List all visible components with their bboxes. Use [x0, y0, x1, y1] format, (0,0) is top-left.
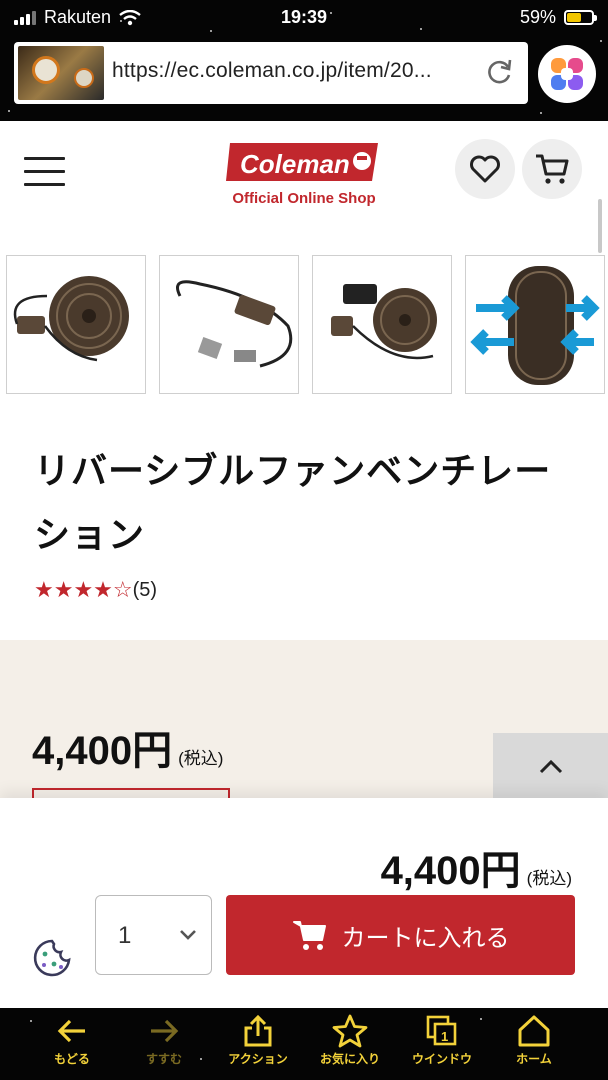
product-rating[interactable]: ★★★★☆ (5) — [34, 577, 157, 603]
share-icon — [244, 1014, 272, 1047]
assistant-icon — [551, 58, 583, 90]
home-icon — [518, 1015, 550, 1047]
favorite-button[interactable] — [455, 139, 515, 199]
toolbar-favorites[interactable]: お気に入り — [304, 1014, 396, 1078]
add-to-cart-button[interactable]: カートに入れる — [226, 895, 575, 975]
toolbar-back[interactable]: もどる — [26, 1014, 118, 1078]
address-bar[interactable]: https://ec.coleman.co.jp/item/20... — [14, 42, 528, 104]
fan-airflow-thumbnail[interactable] — [465, 255, 605, 394]
cable-switch-thumbnail[interactable] — [159, 255, 299, 394]
assistant-button[interactable] — [538, 45, 596, 103]
quantity-select[interactable]: 1 — [95, 895, 212, 975]
rating-stars: ★★★★☆ — [34, 577, 133, 602]
heart-icon — [470, 155, 500, 183]
cart-icon — [292, 921, 326, 950]
status-time: 19:39 — [280, 7, 328, 27]
windows-icon: 1 — [426, 1015, 457, 1046]
arrow-left-icon — [57, 1019, 85, 1043]
product-price: 4,400円 (税込) — [32, 729, 224, 773]
thumbnail-gallery — [6, 255, 608, 395]
arrow-right-icon — [151, 1019, 179, 1043]
tax-note: (税込) — [178, 749, 224, 768]
add-to-cart-bar: 4,400円 (税込) 1 カートに入れる — [0, 798, 608, 1008]
browser-toolbar: もどる すすむ アクション お気に入り 1 ウインドウ ホーム — [0, 1008, 608, 1080]
web-page: Coleman Official Online Shop リバーシブルファンベン… — [0, 121, 608, 1008]
back-to-top-button[interactable] — [493, 733, 608, 801]
battery-icon — [564, 10, 597, 25]
cart-icon — [536, 154, 569, 184]
reload-icon[interactable] — [484, 57, 514, 87]
browser-chrome: Rakuten 19:39 59% https://ec.coleman.co.… — [0, 0, 608, 121]
toolbar-windows[interactable]: 1 ウインドウ — [396, 1014, 488, 1078]
cart-bar-price: 4,400円 (税込) — [380, 849, 572, 893]
scroll-indicator — [598, 199, 602, 253]
menu-button[interactable] — [24, 157, 65, 187]
svg-text:1: 1 — [441, 1029, 448, 1044]
cookie-icon[interactable] — [32, 938, 72, 978]
cart-button[interactable] — [522, 139, 582, 199]
toolbar-action[interactable]: アクション — [212, 1014, 304, 1078]
toolbar-forward[interactable]: すすむ — [118, 1014, 210, 1078]
cart-bar-tax-note: (税込) — [526, 869, 572, 888]
logo-subtitle: Official Online Shop — [232, 190, 376, 207]
tab-thumbnail[interactable] — [18, 46, 104, 100]
quantity-value: 1 — [118, 922, 132, 949]
star-icon — [332, 1014, 368, 1048]
fan-with-cable-thumbnail[interactable] — [6, 255, 146, 394]
chevron-up-icon — [539, 759, 562, 774]
chevron-down-icon — [180, 930, 196, 940]
status-bar: Rakuten 19:39 59% — [0, 0, 608, 36]
toolbar-home[interactable]: ホーム — [488, 1014, 580, 1078]
fan-with-battery-thumbnail[interactable] — [312, 255, 452, 394]
url-text[interactable]: https://ec.coleman.co.jp/item/20... — [112, 59, 432, 83]
svg-text:Coleman: Coleman — [240, 149, 350, 179]
review-count[interactable]: (5) — [133, 579, 157, 602]
product-title: リバーシブルファンベンチレーション — [34, 450, 552, 555]
add-to-cart-label: カートに入れる — [341, 924, 510, 952]
battery-percent: 59% — [519, 7, 556, 27]
